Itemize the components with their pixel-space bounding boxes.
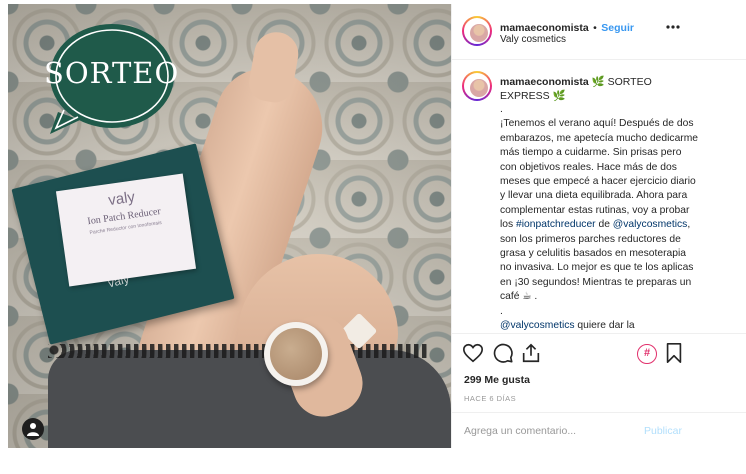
heart-icon[interactable] (462, 342, 484, 364)
hashtag-link[interactable]: #ionpatchreducer (516, 219, 596, 230)
follow-button[interactable]: Seguir (601, 22, 634, 34)
caption-paragraph-2: @valycosmetics quiere dar la (500, 319, 700, 333)
product-card: valy Ion Patch Reducer Parche Reductor c… (55, 173, 197, 287)
caption-head: mamaeconomista 🌿 SORTEO EXPRESS 🌿 (500, 75, 700, 103)
post-timestamp[interactable]: HACE 6 DÍAS (464, 394, 516, 403)
caption-text-1: ¡Tenemos el verano aquí! Después de dos … (500, 118, 699, 231)
post-header: mamaeconomista • Seguir Valy cosmetics (452, 4, 746, 60)
bookmark-icon[interactable] (663, 342, 685, 364)
post-photo[interactable]: valy valy Ion Patch Reducer Parche Reduc… (8, 4, 451, 448)
sorteo-text: SORTEO (44, 56, 180, 90)
caption-avatar[interactable] (462, 71, 492, 101)
caption-text-2: de (595, 219, 613, 231)
shorts-shape (48, 350, 451, 448)
post-actions: # 299 Me gusta HACE 6 DÍAS Agrega un com… (452, 333, 746, 448)
header-username[interactable]: mamaeconomista (500, 22, 589, 34)
caption-body: . ¡Tenemos el verano aquí! Después de do… (500, 103, 700, 333)
publish-button[interactable]: Publicar (644, 425, 682, 437)
comment-form: Agrega un comentario... Publicar (452, 412, 746, 449)
comment-input[interactable]: Agrega un comentario... (464, 425, 576, 437)
share-icon[interactable] (520, 342, 542, 364)
tagged-user-icon[interactable] (22, 418, 44, 440)
more-horizontal-icon[interactable] (666, 16, 680, 34)
caption-text-4: quiere dar la (574, 320, 635, 332)
caption-dot: . (500, 104, 503, 115)
caption-paragraph: ¡Tenemos el verano aquí! Después de dos … (500, 117, 700, 304)
mention-link-2[interactable]: @valycosmetics (500, 320, 575, 331)
caption-scroll-area[interactable]: mamaeconomista 🌿 SORTEO EXPRESS 🌿 . ¡Ten… (452, 61, 746, 333)
coffee-surface (270, 328, 322, 380)
header-separator: • (593, 22, 597, 34)
likes-count[interactable]: 299 Me gusta (464, 374, 530, 386)
caption-dot-2: . (500, 305, 503, 317)
mention-link[interactable]: @valycosmetics (613, 219, 688, 230)
caption-text-3: , son los primeros parches reductores de… (500, 219, 694, 303)
comment-icon[interactable] (492, 342, 514, 364)
hashtag-icon[interactable]: # (637, 344, 657, 364)
author-avatar[interactable] (462, 16, 492, 46)
post-side-panel: mamaeconomista • Seguir Valy cosmetics m… (451, 4, 746, 448)
location-link[interactable]: Valy cosmetics (500, 34, 566, 45)
caption-username[interactable]: mamaeconomista (500, 76, 589, 88)
lace-trim (48, 344, 428, 358)
